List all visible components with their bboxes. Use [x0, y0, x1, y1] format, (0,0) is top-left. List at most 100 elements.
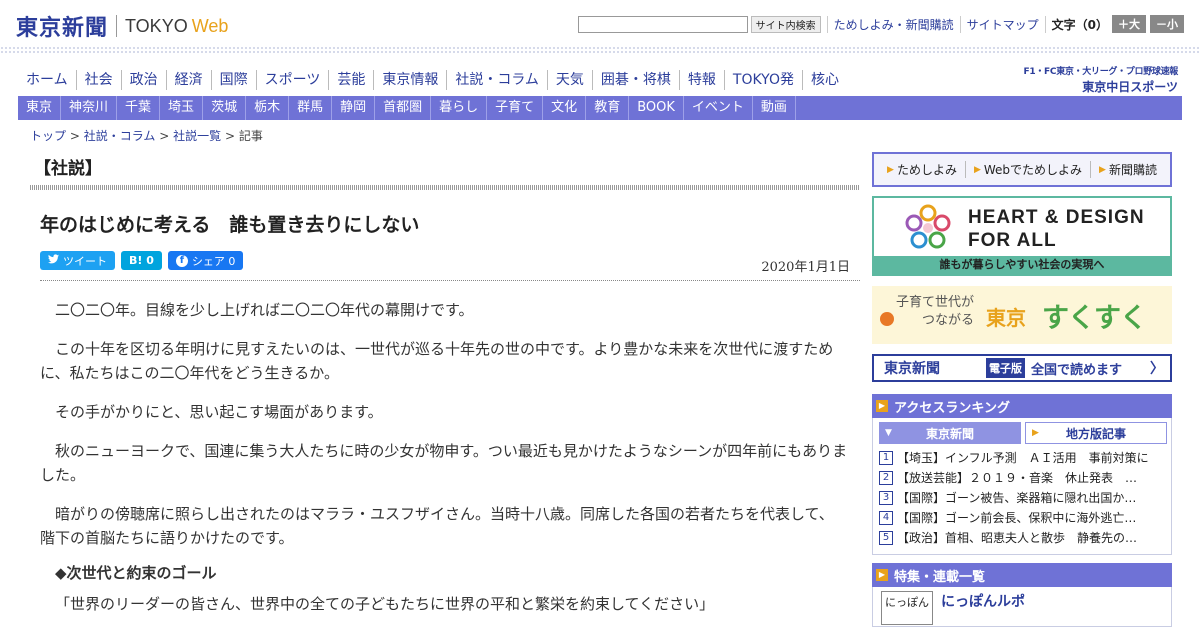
region-tochigi[interactable]: 栃木 — [246, 96, 290, 120]
region-kyoiku[interactable]: 教育 — [586, 96, 630, 120]
sitemap-link[interactable]: サイトマップ — [959, 15, 1039, 33]
tab-tokyo-shimbun[interactable]: ▼ 東京新聞 — [879, 422, 1021, 444]
triangle-down-icon: ▼ — [885, 428, 892, 438]
chunichi-sports-link[interactable]: F1・FC東京・大リーグ・プロ野球速報 東京中日スポーツ — [1023, 64, 1179, 95]
nav-home[interactable]: ホーム — [18, 70, 76, 90]
triangle-right-icon: ▶ — [973, 164, 981, 175]
font-size-label: 文字（0） — [1044, 15, 1108, 33]
region-bunka[interactable]: 文化 — [543, 96, 587, 120]
facebook-icon: f — [175, 254, 188, 267]
ranking-number: 1 — [879, 451, 893, 465]
logo-separator — [116, 15, 118, 37]
nav-society[interactable]: 社会 — [75, 70, 121, 90]
nav-sports[interactable]: スポーツ — [255, 70, 329, 90]
article-header-rule — [40, 280, 860, 281]
region-book[interactable]: BOOK — [629, 96, 684, 120]
breadcrumb-sep: > — [159, 129, 170, 143]
tokyo-sukusuku-banner[interactable]: 子育て世代が つながる 東京 すくすく — [872, 286, 1172, 344]
feature-title: にっぽんルポ — [941, 594, 1025, 610]
article-title: 年のはじめに考える 誰も置き去りにしない — [40, 214, 420, 236]
nav-go-shogi[interactable]: 囲碁・将棋 — [591, 70, 679, 90]
ranking-text: 【放送芸能】２０１９・音楽 休止発表 … — [897, 471, 1138, 485]
article-body: 二〇二〇年。目線を少し上げれば二〇二〇年代の幕開けです。 この十年を区切る年明け… — [40, 298, 848, 630]
font-smaller-button[interactable]: －小 — [1150, 15, 1184, 33]
heart-design-logo-icon — [905, 204, 951, 249]
heart-design-strip: 誰もが暮らしやすい社会の実現へ — [874, 256, 1170, 274]
nav-weather[interactable]: 天気 — [546, 70, 592, 90]
sidebar: ▶ ためしよみ ▶ Webでためしよみ ▶ 新聞購読 HEART & DESIGN F… — [872, 152, 1172, 627]
article-paragraph: 二〇二〇年。目線を少し上げれば二〇二〇年代の幕開けです。 — [55, 301, 474, 319]
nav-tokyo-hatsu[interactable]: TOKYO発 — [723, 70, 802, 90]
nav-economy[interactable]: 経済 — [165, 70, 211, 90]
chunichi-tagline: F1・FC東京・大リーグ・プロ野球速報 — [1023, 67, 1179, 77]
ranking-item[interactable]: 1 【埼玉】インフル予測 ＡＩ活用 事前対策に — [879, 448, 1167, 468]
region-chiba[interactable]: 千葉 — [117, 96, 161, 120]
header-divider — [0, 46, 1200, 54]
ranking-number: 3 — [879, 491, 893, 505]
feature-thumbnail: にっぽん — [881, 591, 933, 625]
region-shutoken[interactable]: 首都圏 — [375, 96, 432, 120]
region-video[interactable]: 動画 — [753, 96, 796, 120]
site-header: 東京新聞 TOKYO Web サイト内検索 ためしよみ・新聞購読 サイトマップ … — [0, 0, 1200, 46]
region-event[interactable]: イベント — [684, 96, 753, 120]
sukusuku-city: 東京 — [986, 306, 1026, 330]
nav-politics[interactable]: 政治 — [120, 70, 166, 90]
ranking-item[interactable]: 3 【国際】ゴーン被告、楽器箱に隠れ出国か… — [879, 488, 1167, 508]
tab-local-articles[interactable]: ▶ 地方版記事 — [1025, 422, 1167, 444]
site-logo[interactable]: 東京新聞 TOKYO Web — [16, 10, 228, 42]
sukusuku-tagline-line2: つながる — [922, 313, 975, 328]
triangle-right-icon: ▶ — [887, 164, 894, 175]
nav-tokyo-info[interactable]: 東京情報 — [373, 70, 446, 90]
triangle-right-icon: ▶ — [876, 569, 888, 581]
facebook-share-label: シェア 0 — [191, 254, 236, 268]
region-saitama[interactable]: 埼玉 — [160, 96, 204, 120]
site-search-button[interactable]: サイト内検索 — [750, 15, 821, 33]
tab-tokyo-shimbun-label: 東京新聞 — [925, 426, 974, 441]
web-trial-read-link[interactable]: ▶ Webでためしよみ — [964, 161, 1090, 178]
region-nav: 東京 神奈川 千葉 埼玉 茨城 栃木 群馬 静岡 首都圏 暮らし 子育て 文化 … — [18, 96, 1182, 120]
nav-entertainment[interactable]: 芸能 — [328, 70, 373, 90]
region-shizuoka[interactable]: 静岡 — [332, 96, 376, 120]
share-buttons: ツイート B! 0 f シェア 0 — [40, 251, 249, 270]
sukusuku-tagline: 子育て世代が つながる — [896, 294, 974, 330]
region-ibaraki[interactable]: 茨城 — [203, 96, 247, 120]
logo-en-text: TOKYO — [125, 15, 188, 36]
ranking-item[interactable]: 4 【国際】ゴーン前会長、保釈中に海外逃亡… — [879, 508, 1167, 528]
logo-jp-text: 東京新聞 — [16, 15, 109, 41]
region-kurashi[interactable]: 暮らし — [431, 96, 488, 120]
region-kosodate[interactable]: 子育て — [487, 96, 544, 120]
ranking-text: 【埼玉】インフル予測 ＡＩ活用 事前対策に — [897, 451, 1149, 465]
hatena-bookmark-button[interactable]: B! 0 — [121, 251, 162, 270]
facebook-share-button[interactable]: f シェア 0 — [167, 251, 244, 270]
ranking-item[interactable]: 5 【政治】首相、昭恵夫人と散歩 静養先の… — [879, 528, 1167, 548]
article-paragraph: その手がかりにと、思い起こす場面があります。 — [55, 403, 383, 421]
article-paragraph: 秋のニューヨークで、国連に集う大人たちに時の少女が物申す。つい最近も見かけたよう… — [40, 442, 848, 484]
digital-edition-tag: 電子版 — [986, 358, 1025, 378]
tweet-button[interactable]: ツイート — [40, 251, 115, 270]
region-gunma[interactable]: 群馬 — [289, 96, 333, 120]
nav-tokuhou[interactable]: 特報 — [678, 70, 724, 90]
region-tokyo[interactable]: 東京 — [18, 96, 62, 120]
feature-item[interactable]: にっぽん にっぽんルポ — [872, 587, 1172, 627]
breadcrumb-editorial-list[interactable]: 社説一覧 — [173, 129, 221, 143]
region-kanagawa[interactable]: 神奈川 — [61, 96, 118, 120]
breadcrumb-top[interactable]: トップ — [30, 129, 66, 143]
nav-international[interactable]: 国際 — [210, 70, 256, 90]
section-rule — [30, 185, 860, 190]
nav-kakushin[interactable]: 核心 — [801, 70, 847, 90]
digital-edition-text: 全国で読めます — [1031, 362, 1123, 378]
ranking-item[interactable]: 2 【放送芸能】２０１９・音楽 休止発表 … — [879, 468, 1167, 488]
trial-subscribe-link[interactable]: ためしよみ・新聞購読 — [826, 15, 954, 33]
digital-edition-banner[interactable]: 東京新聞 電子版 全国で読めます 〉 — [872, 354, 1172, 382]
breadcrumb-editorial[interactable]: 社説・コラム — [84, 129, 156, 143]
main-nav: ホーム 社会 政治 経済 国際 スポーツ 芸能 東京情報 社説・コラム 天気 囲… — [18, 70, 847, 90]
font-larger-button[interactable]: ＋大 — [1112, 15, 1146, 33]
nav-editorial-column[interactable]: 社説・コラム — [446, 70, 547, 90]
trial-read-label: ためしよみ — [896, 163, 957, 177]
trial-read-link[interactable]: ▶ ためしよみ — [879, 161, 965, 178]
article-paragraph: 暗がりの傍聴席に照らし出されたのはマララ・ユスフザイさん。当時十八歳。同席した各… — [40, 505, 834, 547]
site-search-input[interactable] — [577, 15, 748, 33]
subscribe-link[interactable]: ▶ 新聞購読 — [1090, 161, 1165, 178]
heart-design-banner[interactable]: HEART & DESIGN FOR ALL 誰もが暮らしやすい社会の実現へ — [872, 196, 1172, 276]
heart-design-title: HEART & DESIGN FOR ALL — [968, 206, 1145, 252]
